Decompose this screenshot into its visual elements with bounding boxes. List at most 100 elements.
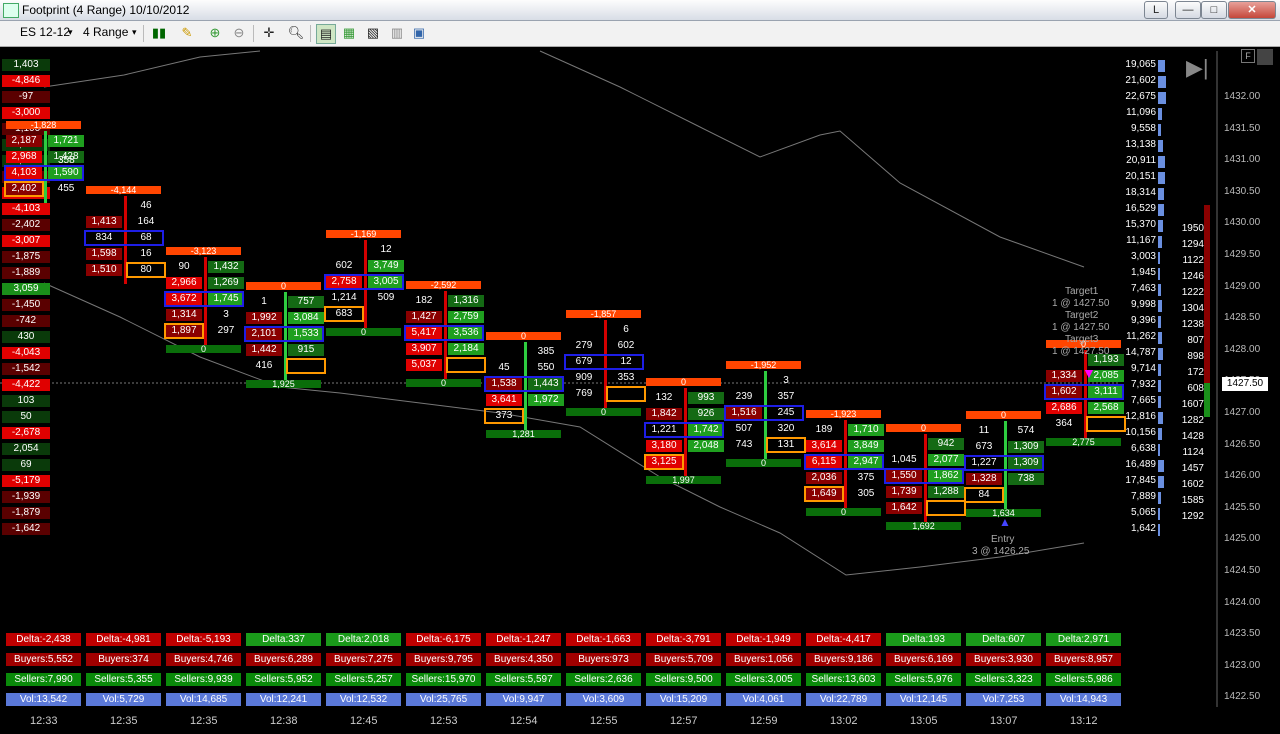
volume-value: 16,489 xyxy=(1125,459,1156,470)
bar-delta: -2,592 xyxy=(406,281,481,290)
summary-sellers: Sellers:7,990 xyxy=(6,673,81,686)
summary-buyers: Buyers:1,056 xyxy=(726,653,801,666)
f-icon[interactable]: F xyxy=(1241,49,1255,63)
summary-buyers: Buyers:9,186 xyxy=(806,653,881,666)
chart-toolbar: ES 12-12 ▾ 4 Range ▾ ▮▮ ✎ ⊕ ⊖ ✛ 🔍︎ ▤ ▦ ▧… xyxy=(0,21,1280,47)
volume-bar xyxy=(1158,172,1165,184)
app-icon xyxy=(3,3,19,18)
buy-cell: 305 xyxy=(857,488,875,499)
summary-sellers: Sellers:5,986 xyxy=(1046,673,1121,686)
period-selector[interactable]: 4 Range xyxy=(83,25,128,39)
axis-label: 1424.50 xyxy=(1224,565,1261,576)
summary-delta: Delta:-5,193 xyxy=(166,633,241,646)
bar-volume: 0 xyxy=(806,508,881,517)
bar-delta: 0 xyxy=(486,332,561,341)
summary-delta: Delta:607 xyxy=(966,633,1041,646)
summary-vol: Vol:9,947 xyxy=(486,693,561,706)
volume-value: 21,602 xyxy=(1125,75,1156,86)
sell-cell: 1,992 xyxy=(246,312,282,324)
close-button[interactable]: ✕ xyxy=(1228,1,1276,19)
buy-cell: 926 xyxy=(688,408,724,420)
sell-cell: 5,037 xyxy=(406,359,442,371)
dom-value: 1292 xyxy=(1181,511,1204,522)
sell-cell: 1,739 xyxy=(886,486,922,498)
summary-delta: Delta:2,018 xyxy=(326,633,401,646)
summary-vol: Vol:13,542 xyxy=(6,693,81,706)
dom-value: 1246 xyxy=(1181,271,1204,282)
volume-bar xyxy=(1158,380,1161,392)
bars-icon[interactable]: ▮▮ xyxy=(150,24,168,42)
summary-sellers: Sellers:5,976 xyxy=(886,673,961,686)
chart-trader-icon[interactable]: ▧ xyxy=(364,24,382,42)
buy-cell: 1,269 xyxy=(208,277,244,289)
imbalance-box xyxy=(766,437,806,453)
volume-value: 14,787 xyxy=(1125,347,1156,358)
summary-delta: Delta:-2,438 xyxy=(6,633,81,646)
chevron-down-icon[interactable]: ▾ xyxy=(68,27,73,38)
instrument-selector[interactable]: ES 12-12 xyxy=(20,25,70,39)
imbalance-box xyxy=(244,326,324,342)
buy-cell: 46 xyxy=(140,200,152,211)
dom-value: 1457 xyxy=(1181,463,1204,474)
sell-cell: 45 xyxy=(498,362,510,373)
footprint-chart[interactable]: 1,403-4,846-97-3,000-1,1001,2181,641-2,1… xyxy=(0,47,1280,734)
imbalance-box xyxy=(404,325,484,341)
imbalance-box xyxy=(164,323,204,339)
sell-cell: 507 xyxy=(735,423,753,434)
sell-cell: 2,686 xyxy=(1046,402,1082,414)
volume-bar xyxy=(1158,524,1160,536)
summary-sellers: Sellers:5,355 xyxy=(86,673,161,686)
bar-delta: -1,857 xyxy=(566,310,641,319)
skip-to-end-icon[interactable]: ▶| xyxy=(1186,55,1209,81)
title-bar: Footprint (4 Range) 10/10/2012 L — □ ✕ xyxy=(0,0,1280,21)
left-delta-cell: 2,054 xyxy=(2,443,50,455)
bar-delta: -3,123 xyxy=(166,247,241,256)
buy-cell: 942 xyxy=(928,438,964,450)
pencil-icon[interactable]: ✎ xyxy=(178,24,196,42)
buy-cell: 3 xyxy=(783,375,789,386)
strategy-icon[interactable]: ▥ xyxy=(388,24,406,42)
imbalance-box xyxy=(4,181,44,197)
sell-cell: 1,328 xyxy=(966,473,1002,485)
buy-cell: 385 xyxy=(537,346,555,357)
buy-cell: 574 xyxy=(1017,425,1035,436)
summary-buyers: Buyers:9,795 xyxy=(406,653,481,666)
imbalance-box xyxy=(484,408,524,424)
volume-value: 17,845 xyxy=(1125,475,1156,486)
volume-value: 11,096 xyxy=(1126,107,1156,118)
buy-cell: 455 xyxy=(57,183,75,194)
imbalance-box xyxy=(4,165,84,181)
sell-cell: 909 xyxy=(575,372,593,383)
volume-bar xyxy=(1158,300,1162,312)
sell-cell: 1,334 xyxy=(1046,370,1082,382)
chevron-down-icon[interactable]: ▾ xyxy=(132,27,137,38)
summary-delta: Delta:-1,663 xyxy=(566,633,641,646)
maximize-button[interactable]: □ xyxy=(1201,1,1227,19)
zoom-out-icon[interactable]: ⊖ xyxy=(230,24,248,42)
summary-vol: Vol:15,209 xyxy=(646,693,721,706)
sell-cell: 1,642 xyxy=(886,502,922,514)
volume-bar xyxy=(1158,284,1161,296)
scroll-button[interactable] xyxy=(1257,49,1273,65)
search-icon[interactable]: 🔍︎ xyxy=(287,24,305,42)
imbalance-box xyxy=(324,274,404,290)
left-delta-cell: -3,007 xyxy=(2,235,50,247)
volume-value: 16,529 xyxy=(1125,203,1156,214)
volume-value: 7,889 xyxy=(1130,491,1156,502)
minimize-button[interactable]: — xyxy=(1175,1,1201,19)
buy-cell: 757 xyxy=(288,296,324,308)
link-button[interactable]: L xyxy=(1144,1,1168,19)
time-label: 12:55 xyxy=(590,715,618,727)
volume-value: 12,816 xyxy=(1125,411,1156,422)
volume-bar xyxy=(1158,156,1165,168)
crosshair-icon[interactable]: ✛ xyxy=(260,24,278,42)
summary-delta: Delta:-1,247 xyxy=(486,633,561,646)
summary-delta: Delta:337 xyxy=(246,633,321,646)
zoom-in-icon[interactable]: ⊕ xyxy=(206,24,224,42)
properties-icon[interactable]: ▦ xyxy=(340,24,358,42)
volume-bar xyxy=(1158,412,1163,424)
dom-value: 1222 xyxy=(1181,287,1204,298)
data-box-icon[interactable]: ▤ xyxy=(316,24,336,44)
panel-icon[interactable]: ▣ xyxy=(410,24,428,42)
buy-cell: 550 xyxy=(537,362,555,373)
